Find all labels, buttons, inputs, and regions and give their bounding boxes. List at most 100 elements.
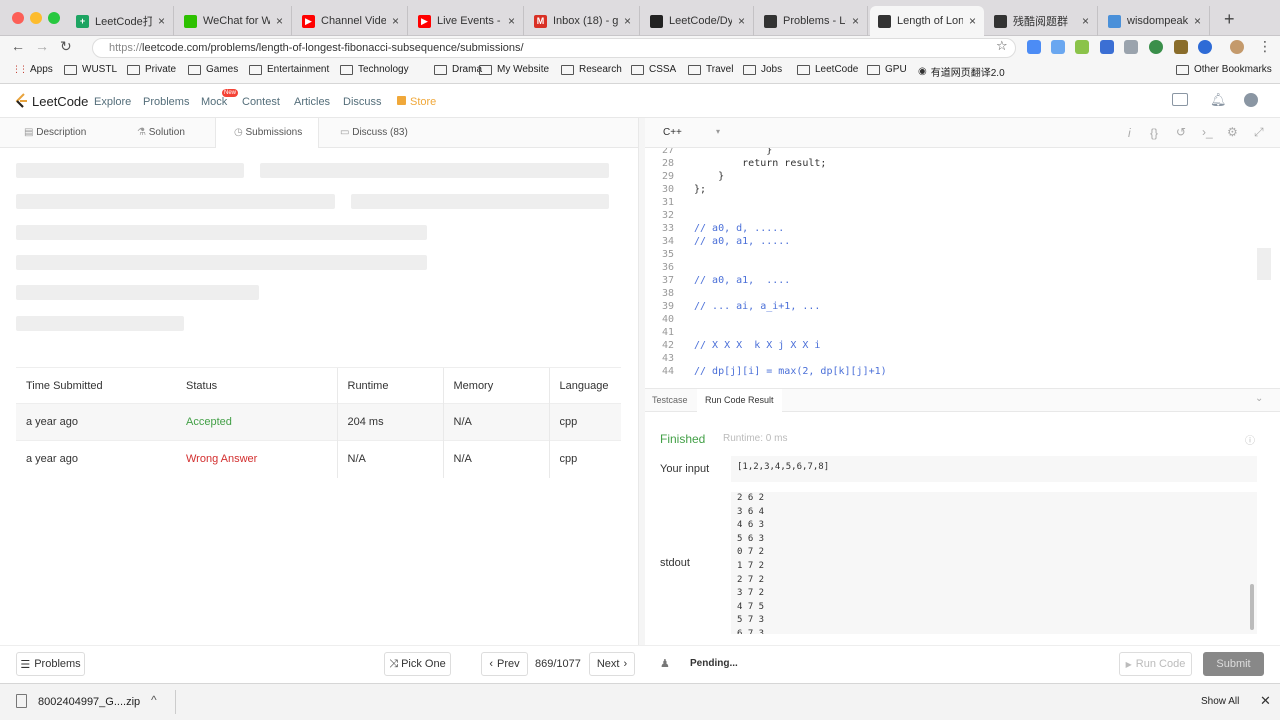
translate-extension-icon[interactable] — [1051, 40, 1065, 54]
fullscreen-icon[interactable]: ⤢ — [1254, 125, 1264, 140]
nav-explore[interactable]: Explore — [94, 96, 131, 108]
close-tab-icon[interactable]: × — [508, 14, 515, 28]
tab-run-code-result[interactable]: Run Code Result — [697, 389, 782, 412]
cell-status-link[interactable]: Wrong Answer — [176, 440, 337, 478]
book-extension-icon[interactable] — [1174, 40, 1188, 54]
collapse-chevron-icon[interactable]: ⌄ — [1255, 393, 1263, 404]
bookmark-item[interactable]: Games — [188, 64, 238, 75]
nav-mock[interactable]: Mock — [201, 96, 227, 108]
shield-extension-icon[interactable] — [1100, 40, 1114, 54]
table-row[interactable]: a year ago Wrong Answer N/A N/A cpp — [16, 440, 621, 478]
nav-articles[interactable]: Articles — [294, 96, 330, 108]
close-tab-icon[interactable]: × — [276, 14, 283, 28]
browser-tab[interactable]: ▶ Channel Video × — [294, 6, 408, 36]
bookmark-item[interactable]: My Website — [479, 64, 549, 75]
playground-icon[interactable] — [1172, 93, 1188, 106]
tab-description[interactable]: ▤ Description — [24, 118, 86, 148]
other-bookmarks[interactable]: Other Bookmarks — [1176, 64, 1272, 75]
close-tab-icon[interactable]: × — [624, 14, 631, 28]
bookmark-item[interactable]: Technology — [340, 64, 409, 75]
cast-extension-icon[interactable] — [1124, 40, 1138, 54]
tab-submissions[interactable]: ◷ Submissions — [215, 118, 319, 148]
show-all-button[interactable]: Show All — [1201, 696, 1239, 707]
bookmark-item[interactable]: ◉ 有道网页翻译2.0 — [918, 64, 1005, 79]
download-file-name[interactable]: 8002404997_G....zip — [38, 696, 140, 708]
nav-discuss[interactable]: Discuss — [343, 96, 382, 108]
stdout-scrollbar[interactable] — [1250, 584, 1254, 630]
tab-discuss[interactable]: ▭ Discuss (83) — [340, 118, 408, 148]
url-bar[interactable]: https://leetcode.com/problems/length-of-… — [92, 38, 1016, 58]
submit-button[interactable]: Submit — [1203, 652, 1264, 676]
help-icon[interactable]: ⓘ — [1245, 432, 1255, 447]
code-area[interactable]: 27 } 28 return result; 29 } 30}; 31 32 33 // a0… — [645, 148, 1280, 388]
reload-icon[interactable]: ↻ — [60, 38, 72, 55]
tab-solution[interactable]: ⚗ Solution — [137, 118, 185, 148]
language-select[interactable]: C++ — [663, 127, 682, 138]
stdout-box[interactable]: 2 6 2 3 6 4 4 6 3 5 6 3 0 7 2 1 7 2 2 7 2 3 7 2… — [731, 492, 1257, 634]
table-row[interactable]: a year ago Accepted 204 ms N/A cpp — [16, 403, 621, 441]
leetcode-logo-icon[interactable] — [15, 93, 28, 109]
bookmark-item[interactable]: GPU — [867, 64, 907, 75]
next-button[interactable]: Next › — [589, 652, 635, 676]
code-editor[interactable]: C++ ▾ i {} ↺ ›_ ⚙ ⤢ 27 } 28 return result… — [645, 118, 1280, 388]
browser-tab[interactable]: M Inbox (18) - gu × — [526, 6, 640, 36]
bookmark-item[interactable]: Private — [127, 64, 176, 75]
close-tab-icon[interactable]: × — [1082, 14, 1089, 28]
bookmark-item[interactable]: LeetCode — [797, 64, 858, 75]
pen-extension-icon[interactable] — [1027, 40, 1041, 54]
bookmark-item[interactable]: ⋮⋮ Apps — [12, 64, 53, 75]
bookmark-item[interactable]: Jobs — [743, 64, 782, 75]
info-icon[interactable]: i — [1128, 126, 1131, 140]
nav-store[interactable]: Store — [410, 96, 436, 108]
profile-avatar[interactable] — [1230, 40, 1244, 54]
cell-status-link[interactable]: Accepted — [176, 403, 337, 441]
bookmark-item[interactable]: Entertainment — [249, 64, 329, 75]
tab-testcase[interactable]: Testcase — [652, 395, 688, 405]
terminal-icon[interactable]: ›_ — [1202, 125, 1213, 139]
close-tab-icon[interactable]: × — [852, 14, 859, 28]
pane-resizer[interactable] — [638, 118, 645, 645]
nav-problems[interactable]: Problems — [143, 96, 189, 108]
minimize-window-button[interactable] — [30, 12, 42, 24]
green-extension-icon[interactable] — [1149, 40, 1163, 54]
bookmark-item[interactable]: Travel — [688, 64, 733, 75]
browser-tab[interactable]: Length of Long × — [870, 6, 984, 36]
chrome-menu-icon[interactable]: ⋮ — [1258, 38, 1272, 55]
close-tab-icon[interactable]: × — [738, 14, 745, 28]
browser-tab[interactable]: + LeetCode打卡 × — [68, 6, 174, 36]
bookmark-item[interactable]: CSSA — [631, 64, 676, 75]
chevron-up-icon[interactable]: ^ — [151, 693, 157, 707]
editor-scrollbar[interactable] — [1257, 248, 1271, 280]
close-icon[interactable]: ✕ — [1260, 693, 1271, 709]
settings-icon[interactable]: ⚙ — [1227, 125, 1238, 139]
bookmark-item[interactable]: Drama — [434, 64, 482, 75]
problems-button[interactable]: ☰ Problems — [16, 652, 85, 676]
leetcode-logo-text[interactable]: LeetCode — [32, 94, 88, 109]
notification-bell-icon[interactable]: 🔔︎ — [1210, 92, 1227, 108]
browser-tab[interactable]: 残酷阅题群 × — [986, 6, 1098, 36]
browser-tab[interactable]: Problems - Lee × — [756, 6, 868, 36]
maximize-window-button[interactable] — [48, 12, 60, 24]
close-tab-icon[interactable]: × — [969, 14, 976, 28]
forward-icon[interactable]: → — [35, 38, 49, 54]
bookmark-star-icon[interactable]: ☆ — [996, 38, 1008, 54]
user-avatar-icon[interactable] — [1244, 93, 1258, 107]
back-icon[interactable]: ← — [11, 38, 25, 54]
bookmark-item[interactable]: Research — [561, 64, 622, 75]
close-tab-icon[interactable]: × — [392, 14, 399, 28]
browser-tab[interactable]: LeetCode/Dyna × — [642, 6, 754, 36]
close-tab-icon[interactable]: × — [158, 14, 165, 28]
nav-contest[interactable]: Contest — [242, 96, 280, 108]
bookmark-item[interactable]: WUSTL — [64, 64, 117, 75]
close-tab-icon[interactable]: × — [1194, 14, 1201, 28]
browser-tab[interactable]: wisdompeak2 × — [1100, 6, 1210, 36]
run-code-button[interactable]: ▶ Run Code — [1119, 652, 1192, 676]
reset-icon[interactable]: ↺ — [1176, 125, 1186, 139]
browser-tab[interactable]: ▶ Live Events - Y × — [410, 6, 524, 36]
prev-button[interactable]: ‹ Prev — [481, 652, 528, 676]
blue-extension-icon[interactable] — [1198, 40, 1212, 54]
browser-tab[interactable]: WeChat for We × — [176, 6, 292, 36]
l-extension-icon[interactable] — [1075, 40, 1089, 54]
braces-icon[interactable]: {} — [1150, 126, 1158, 140]
close-window-button[interactable] — [12, 12, 24, 24]
